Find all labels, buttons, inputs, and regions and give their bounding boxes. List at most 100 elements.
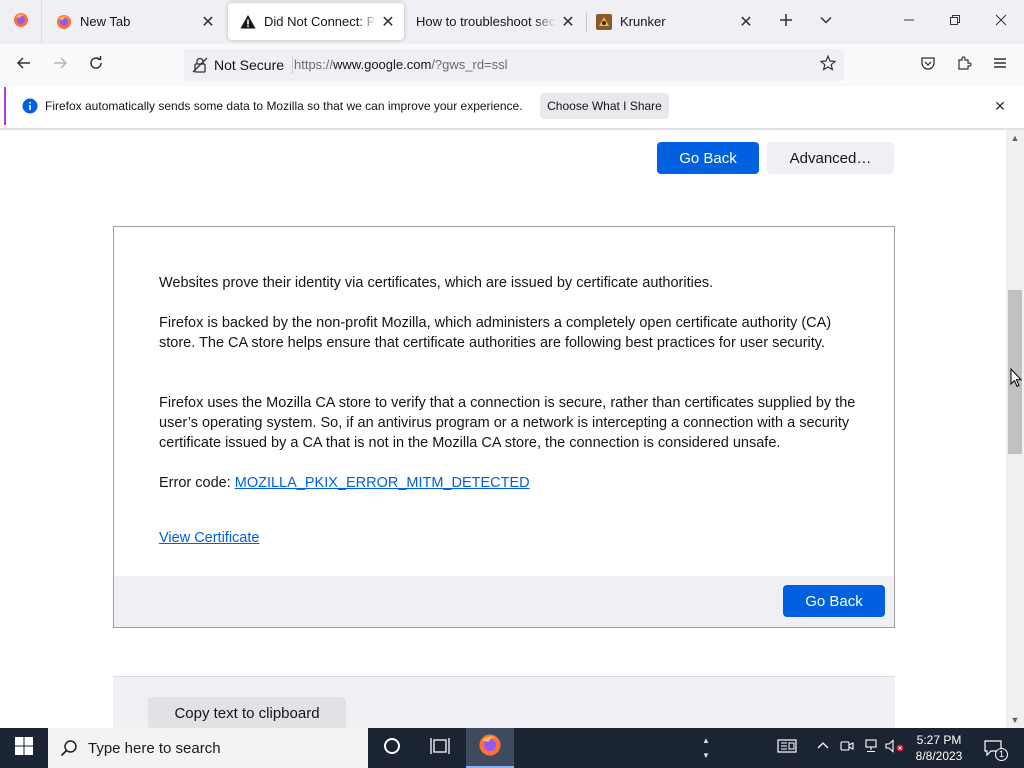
news-icon [777,738,797,759]
copy-text-to-clipboard-button[interactable]: Copy text to clipboard [148,697,346,728]
list-all-tabs-button[interactable] [812,8,840,36]
advanced-panel: Websites prove their identity via certif… [113,226,895,628]
chevron-down-icon [819,13,833,32]
extensions-button[interactable] [948,49,980,81]
url-path: /?gws_rd=ssl [431,57,508,72]
go-back-button[interactable]: Go Back [657,142,759,174]
task-view-button[interactable] [420,728,460,768]
advanced-button[interactable]: Advanced… [767,142,894,174]
show-hidden-icons-button[interactable] [814,728,832,768]
close-tab-icon[interactable]: ✕ [734,10,758,34]
warning-icon [240,14,256,30]
forward-arrow-icon [52,55,68,76]
action-center-button[interactable]: 1 [978,728,1008,768]
url-host: www.google.com [333,57,432,72]
close-notification-icon[interactable]: ✕ [990,96,1010,116]
data-reporting-notification: Firefox automatically sends some data to… [4,87,1020,125]
meet-now-button[interactable] [838,728,856,768]
tab-new-tab[interactable]: New Tab ✕ [44,3,224,40]
tab-title: Krunker [620,14,666,29]
taskbar-clock[interactable]: 5:27 PM 8/8/2023 [908,732,970,764]
cortana-circle-icon [383,737,401,760]
start-button[interactable] [0,728,48,768]
close-tab-icon[interactable]: ✕ [556,10,580,34]
back-button[interactable] [8,49,40,81]
firefox-icon [478,733,502,762]
minimize-button[interactable] [886,0,932,44]
close-window-button[interactable] [978,0,1024,44]
taskbar-search-box[interactable]: Type here to search [48,728,368,768]
tab-troubleshoot[interactable]: How to troubleshoot security error codes… [408,3,584,40]
ca-store-explanation: Firefox uses the Mozilla CA store to ver… [159,395,856,451]
not-secure-label: Not Secure [214,57,285,73]
go-back-button-bottom[interactable]: Go Back [783,585,885,617]
bookmark-star-button[interactable] [812,49,844,81]
chevron-down-icon: ▼ [702,751,710,760]
restore-button[interactable] [932,0,978,44]
navigation-toolbar: Not Secure https://www.google.com/?gws_r… [0,44,1024,86]
minimize-icon [903,13,915,31]
taskbar-scroll-control[interactable]: ▲ ▼ [698,728,714,768]
tab-did-not-connect[interactable]: Did Not Connect: Potential Security Issu… [228,3,404,40]
search-placeholder: Type here to search [88,739,221,757]
view-certificate-line: View Certificate [159,528,859,548]
speaker-muted-icon [885,738,905,758]
site-identity-button[interactable]: Not Secure [188,51,294,79]
choose-what-i-share-button[interactable]: Choose What I Share [540,93,669,119]
close-tab-icon[interactable]: ✕ [196,10,220,34]
clock-date: 8/8/2023 [915,749,963,763]
url-scheme: https:// [294,57,334,72]
notification-count-badge: 1 [995,748,1008,761]
news-widget-button[interactable] [774,728,800,768]
notification-icon: 1 [984,740,1008,761]
reload-button[interactable] [80,49,112,81]
task-view-icon [430,737,450,760]
mozilla-ca-explanation: Firefox is backed by the non-profit Mozi… [159,315,832,351]
notification-message: Firefox automatically sends some data to… [45,99,523,113]
puzzle-icon [956,55,972,76]
view-certificate-link[interactable]: View Certificate [159,530,259,546]
pocket-icon [920,55,936,76]
page-content: Go Back Advanced… Websites prove their i… [0,130,1006,728]
identity-separator [292,56,294,74]
app-menu-button[interactable] [984,49,1016,81]
clock-time: 5:27 PM [916,733,962,747]
hamburger-menu-icon [992,55,1008,76]
tab-title: How to troubleshoot security error codes [416,14,556,29]
mouse-cursor-icon [1010,367,1023,393]
firefox-icon [56,14,72,30]
insecure-lock-icon [192,57,208,73]
new-tab-button[interactable] [772,8,800,36]
scroll-up-arrow-icon[interactable]: ▲ [1006,130,1024,146]
vertical-scrollbar[interactable]: ▲ ▼ [1006,130,1024,728]
error-code-label: Error code: [159,475,235,491]
restore-icon [949,13,961,31]
tab-title: Did Not Connect: Potential Security Issu… [264,14,376,29]
tab-strip: New Tab ✕ Did Not Connect: Potential Sec… [0,0,1024,44]
volume-button[interactable] [884,728,906,768]
certificate-explanation: Websites prove their identity via certif… [159,275,714,291]
url-text[interactable]: https://www.google.com/?gws_rd=ssl [294,57,508,72]
error-code-link[interactable]: MOZILLA_PKIX_ERROR_MITM_DETECTED [235,475,530,491]
taskbar-firefox-button[interactable] [466,728,514,768]
tab-title: New Tab [80,14,131,29]
back-arrow-icon [16,55,32,76]
scroll-down-arrow-icon[interactable]: ▼ [1006,712,1024,728]
copy-text-section: Copy text to clipboard [113,676,895,728]
info-icon [22,98,38,114]
error-code-line: Error code: MOZILLA_PKIX_ERROR_MITM_DETE… [159,473,859,493]
cortana-button[interactable] [372,728,412,768]
firefox-view-button[interactable] [0,0,42,44]
url-bar[interactable]: Not Secure https://www.google.com/?gws_r… [184,49,844,81]
advanced-panel-footer: Go Back [114,576,894,627]
forward-button[interactable] [44,49,76,81]
plus-icon [779,13,793,32]
camera-icon [840,739,854,758]
close-tab-icon[interactable]: ✕ [376,10,400,34]
pocket-button[interactable] [912,49,944,81]
firefox-icon [13,12,29,33]
tab-krunker[interactable]: Krunker ✕ [584,3,762,40]
windows-taskbar: Type here to search ▲ ▼ 5:27 PM 8/8/2023… [0,728,1024,768]
network-button[interactable] [862,728,880,768]
krunker-icon [596,13,612,30]
